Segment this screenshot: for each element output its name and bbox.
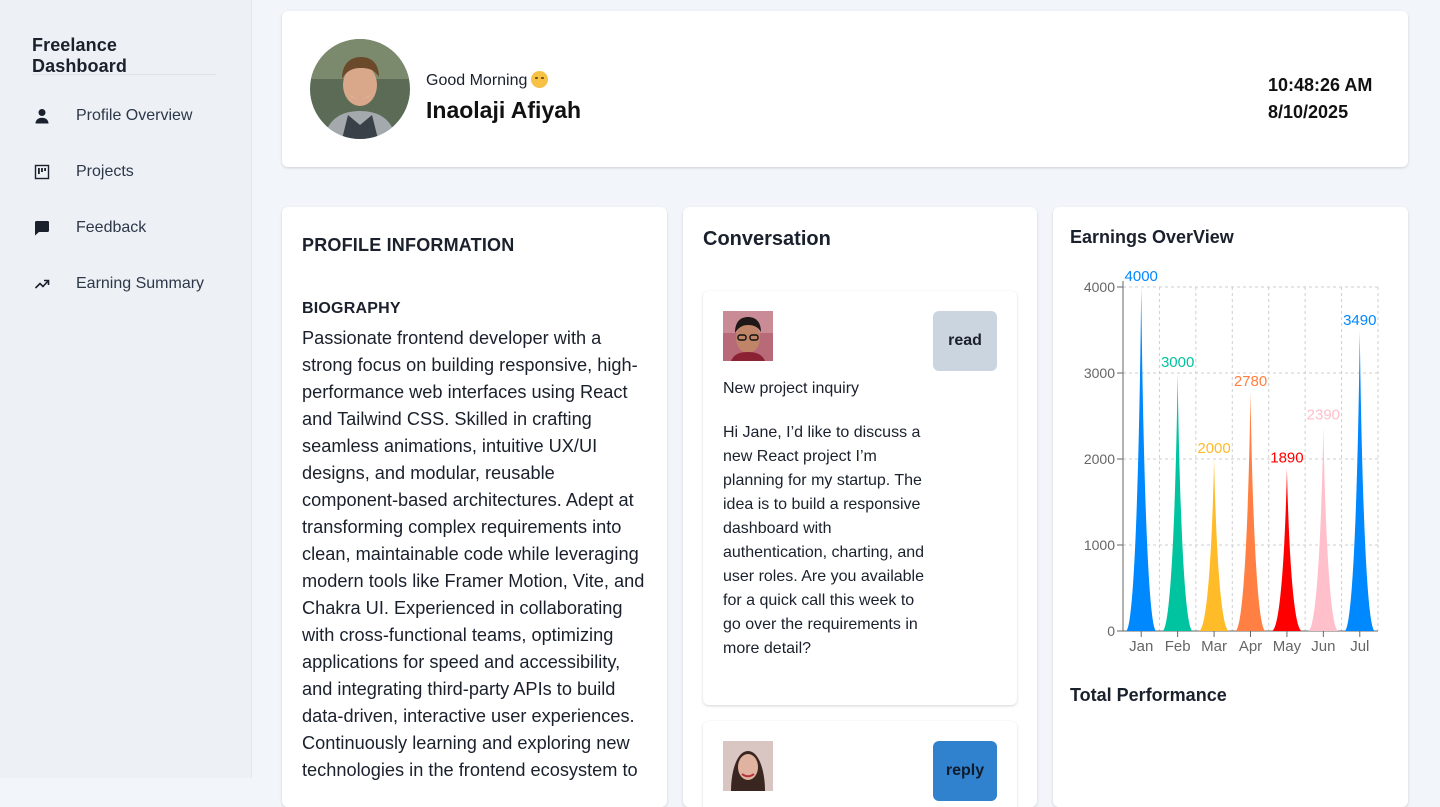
kanban-icon [32, 162, 52, 182]
sidebar-item-feedback[interactable]: Feedback [32, 213, 232, 243]
sidebar-item-profile-overview[interactable]: Profile Overview [32, 101, 232, 131]
message-subject: New project inquiry [723, 380, 860, 397]
y-tick-label: 0 [1107, 623, 1115, 639]
message-card: reply [703, 721, 1017, 807]
greeting-label: Good Morning [426, 72, 528, 89]
sidebar-item-label: Earning Summary [76, 275, 205, 292]
clock-date: 8/10/2025 [1268, 102, 1349, 122]
chart-bar [1344, 330, 1376, 631]
brand-divider [32, 74, 216, 75]
data-label: 2780 [1234, 373, 1267, 390]
sidebar-item-label: Profile Overview [76, 107, 193, 124]
trending-up-icon [32, 274, 52, 294]
data-label: 3490 [1343, 312, 1376, 329]
data-label: 4000 [1125, 268, 1158, 285]
brand-title: Freelance Dashboard [32, 35, 127, 76]
message-card: read New project inquiry Hi Jane, I’d li… [703, 291, 1017, 705]
earnings-chart: 0 1000 2000 3000 4000 4000 Jan 3000 Feb 2000 Mar 27… [1084, 268, 1379, 655]
smile-emoji-icon [531, 71, 549, 88]
x-tick-label: Apr [1239, 638, 1262, 655]
chart-bar [1271, 468, 1303, 631]
header-card: Good Morning Inaolaji Afiyah 10:48:26 AM… [282, 11, 1408, 167]
user-icon [32, 106, 52, 126]
user-name: Inaolaji Afiyah [426, 97, 582, 123]
reply-button[interactable]: reply [933, 741, 997, 801]
profile-card: PROFILE INFORMATION BIOGRAPHY Passionate… [282, 207, 667, 807]
sidebar-item-label: Projects [76, 163, 134, 180]
y-tick-label: 2000 [1084, 451, 1115, 467]
chart-bar [1162, 373, 1193, 631]
chart-bar [1308, 425, 1339, 631]
conversation-card: Conversation read New project inquiry Hi… [683, 207, 1037, 807]
biography-heading: BIOGRAPHY [302, 300, 401, 317]
x-tick-label: Feb [1165, 638, 1191, 655]
y-tick-label: 3000 [1084, 365, 1115, 381]
x-tick-label: Jan [1129, 638, 1153, 655]
x-tick-label: May [1273, 638, 1302, 655]
profile-title: PROFILE INFORMATION [302, 235, 515, 255]
chart-bar [1235, 391, 1266, 631]
y-tick-label: 4000 [1084, 279, 1115, 295]
greeting-text: Good Morning [426, 71, 549, 90]
sender-avatar [723, 311, 773, 361]
read-button[interactable]: read [933, 311, 997, 371]
sidebar-item-earning-summary[interactable]: Earning Summary [32, 269, 232, 299]
x-tick-label: Jun [1311, 638, 1335, 655]
total-performance-title: Total Performance [1070, 685, 1227, 705]
y-tick-label: 1000 [1084, 537, 1115, 553]
earnings-card: Earnings OverView 0 1000 2000 3000 4000 4000 J… [1053, 207, 1408, 807]
chat-icon [32, 218, 52, 238]
data-label: 2390 [1307, 406, 1340, 423]
conversation-title: Conversation [703, 228, 831, 250]
x-tick-label: Jul [1350, 638, 1369, 655]
clock-time: 10:48:26 AM [1268, 75, 1373, 95]
sidebar-item-label: Feedback [76, 219, 147, 236]
x-tick-label: Mar [1201, 638, 1227, 655]
data-label: 2000 [1197, 440, 1230, 457]
sender-avatar [723, 741, 773, 791]
biography-text: Passionate frontend developer with a str… [302, 328, 645, 780]
data-label: 3000 [1161, 354, 1194, 371]
sidebar-item-projects[interactable]: Projects [32, 157, 232, 187]
sidebar: Freelance Dashboard Profile Overview Pro… [0, 0, 252, 778]
message-body: Hi Jane, I’d like to discuss a new React… [723, 424, 925, 657]
data-label: 1890 [1270, 449, 1303, 466]
avatar [310, 39, 410, 139]
